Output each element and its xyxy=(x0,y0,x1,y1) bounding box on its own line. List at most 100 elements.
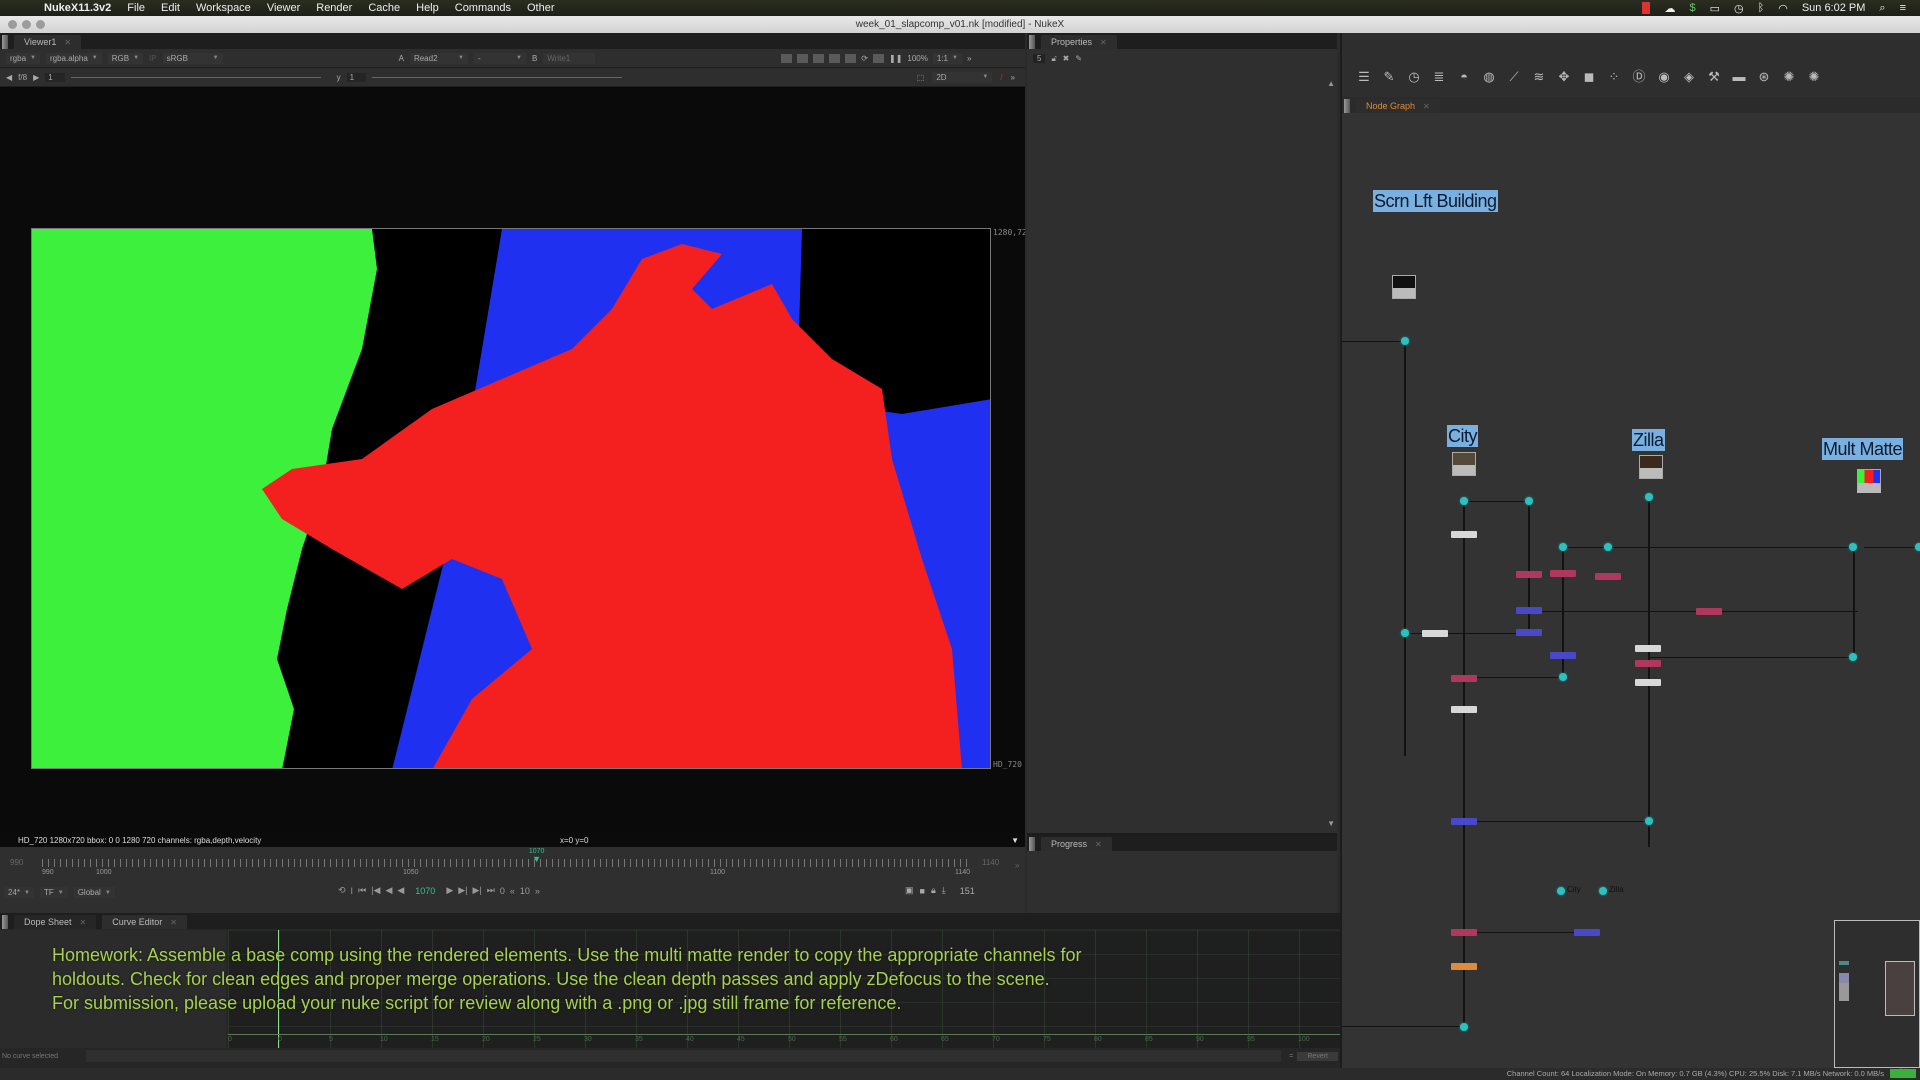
zoom-window-button[interactable] xyxy=(36,20,45,29)
dot-node[interactable] xyxy=(1559,673,1567,681)
backdrop-scrn-lft-building[interactable]: Scrn Lft Building xyxy=(1373,190,1498,212)
color-icon[interactable]: ◓ xyxy=(1456,69,1472,85)
grade-node[interactable] xyxy=(1451,706,1477,713)
dot-node[interactable] xyxy=(1401,337,1409,345)
draw-icon[interactable]: ✎ xyxy=(1381,69,1397,85)
apple-icon[interactable] xyxy=(16,2,30,14)
tab-progress[interactable]: Progress ✕ xyxy=(1041,837,1112,851)
skip-frames-field[interactable]: 10 xyxy=(520,886,530,896)
merge-node[interactable] xyxy=(1550,652,1576,659)
flipbook-icon[interactable]: ▣ xyxy=(905,885,914,896)
grade-node[interactable] xyxy=(1635,679,1661,686)
wipe-operation-dropdown[interactable]: - ▼ xyxy=(473,52,526,64)
pane-menu-grip[interactable] xyxy=(2,35,8,49)
input-b-dropdown[interactable]: Write1 xyxy=(543,52,596,64)
lock-icon[interactable]: 🔓︎ xyxy=(1051,54,1056,64)
transform-icon[interactable]: ✥ xyxy=(1556,69,1572,85)
play-forward-button[interactable]: ▶ xyxy=(446,885,453,896)
menu-edit[interactable]: Edit xyxy=(161,2,180,14)
notification-center-icon[interactable]: ≡ xyxy=(1900,2,1906,14)
expand-toolbar-icon[interactable]: » xyxy=(1011,73,1015,82)
backdrop-mult-matte[interactable]: Mult Matte xyxy=(1822,438,1904,460)
grade-node[interactable] xyxy=(1422,630,1448,637)
expand-toolbar-icon[interactable]: » xyxy=(967,54,971,63)
timeline-start-field[interactable]: 990 xyxy=(10,858,23,867)
dot-node[interactable] xyxy=(1645,817,1653,825)
pane-menu-grip[interactable] xyxy=(1029,837,1035,851)
metadata-icon[interactable]: ◈ xyxy=(1681,69,1697,85)
gpu-icon[interactable] xyxy=(872,53,884,63)
gamma-slider[interactable] xyxy=(372,76,623,78)
info-dropdown-icon[interactable]: ▼ xyxy=(1011,836,1019,845)
alpha-channel-dropdown[interactable]: rgba.alpha ▼ xyxy=(45,52,102,64)
deep-icon[interactable]: Ⓓ xyxy=(1631,69,1647,85)
merge-node[interactable] xyxy=(1516,607,1542,614)
tab-dope-sheet[interactable]: Dope Sheet ✕ xyxy=(14,915,97,929)
dot-node[interactable] xyxy=(1849,543,1857,551)
3d-icon[interactable]: ◼ xyxy=(1581,69,1597,85)
read-node-scrn-lft-building[interactable] xyxy=(1392,275,1416,299)
tab-properties[interactable]: Properties ✕ xyxy=(1041,35,1117,49)
copy-node[interactable] xyxy=(1451,929,1477,936)
clock[interactable]: Sun 6:02 PM xyxy=(1802,2,1866,14)
proxy-dropdown[interactable]: 1:1 ▼ xyxy=(932,52,962,64)
filter-icon[interactable]: ◍ xyxy=(1481,69,1497,85)
dot-node[interactable] xyxy=(1559,543,1567,551)
dot-node[interactable] xyxy=(1401,629,1409,637)
display-mode-dropdown[interactable]: RGB ▼ xyxy=(107,52,144,64)
read-node-city[interactable] xyxy=(1452,452,1476,476)
merge-node[interactable] xyxy=(1451,818,1477,825)
scroll-down-icon[interactable]: ▼ xyxy=(1327,819,1335,828)
airplay-icon[interactable]: ▭ xyxy=(1710,2,1720,15)
copy-node[interactable] xyxy=(1451,675,1477,682)
tf-dropdown[interactable]: TF ▼ xyxy=(39,887,68,898)
stop-icon[interactable]: ■ xyxy=(920,886,925,896)
safe-area-icon[interactable] xyxy=(797,53,809,63)
backdrop-zilla[interactable]: Zilla xyxy=(1632,429,1665,451)
copy-node[interactable] xyxy=(1516,571,1542,578)
prev-frame-button[interactable]: ◀ xyxy=(385,885,392,896)
close-tab-icon[interactable]: ✕ xyxy=(1423,102,1430,111)
dot-node-zilla[interactable] xyxy=(1599,887,1607,895)
image-icon[interactable]: ☰ xyxy=(1356,69,1372,85)
furnace-icon[interactable]: ⊛ xyxy=(1756,69,1772,85)
gain-decrease-icon[interactable]: ◀ xyxy=(6,73,12,82)
next-keyframe-button[interactable]: ▶| xyxy=(473,885,482,896)
next-frame-button[interactable]: ▶| xyxy=(458,885,467,896)
pause-icon[interactable]: ❚❚ xyxy=(889,54,902,63)
other-icon[interactable]: ▬ xyxy=(1731,69,1747,85)
timeline-playhead[interactable]: 1070 ▼ xyxy=(527,848,547,864)
time-icon[interactable]: ◷ xyxy=(1406,69,1422,85)
menu-workspace[interactable]: Workspace xyxy=(196,2,251,14)
close-tab-icon[interactable]: ✕ xyxy=(64,38,71,47)
copy-node[interactable] xyxy=(1696,608,1722,615)
scroll-up-icon[interactable]: ▲ xyxy=(1327,79,1335,88)
dot-node-city[interactable] xyxy=(1557,887,1565,895)
bluetooth-icon[interactable]: ᛒ xyxy=(1758,2,1765,14)
paint-icon[interactable]: / xyxy=(1000,73,1002,82)
viewer-lines-icon[interactable] xyxy=(845,53,857,63)
revert-button[interactable]: Revert xyxy=(1297,1051,1338,1061)
edit-icon[interactable]: ✎ xyxy=(1075,54,1082,63)
viewer-canvas[interactable]: 1280,72 HD_720 xyxy=(0,87,1025,833)
close-tab-icon[interactable]: ✕ xyxy=(80,918,87,927)
in-point-button[interactable]: I xyxy=(351,886,354,896)
merge-icon[interactable]: ≋ xyxy=(1531,69,1547,85)
dot-node[interactable] xyxy=(1460,497,1468,505)
toolsets-icon[interactable]: ⚒ xyxy=(1706,69,1722,85)
read-node-mult-matte[interactable] xyxy=(1857,469,1881,493)
fps-dropdown[interactable]: 24* ▼ xyxy=(4,887,34,898)
channels-dropdown[interactable]: rgba ▼ xyxy=(6,52,40,64)
dot-node[interactable] xyxy=(1604,543,1612,551)
tab-curve-editor[interactable]: Curve Editor ✕ xyxy=(102,915,187,929)
dot-node[interactable] xyxy=(1645,493,1653,501)
dollar-icon[interactable]: $ xyxy=(1689,2,1695,14)
current-frame-field[interactable]: 1070 xyxy=(409,886,441,896)
copy-node[interactable] xyxy=(1595,573,1621,580)
merge-node[interactable] xyxy=(1516,629,1542,636)
dot-node[interactable] xyxy=(1915,543,1920,551)
refresh-icon[interactable]: ⟳ xyxy=(861,54,868,63)
roi-icon[interactable] xyxy=(781,53,793,63)
clipping-warning-icon[interactable] xyxy=(813,53,825,63)
menu-help[interactable]: Help xyxy=(416,2,439,14)
